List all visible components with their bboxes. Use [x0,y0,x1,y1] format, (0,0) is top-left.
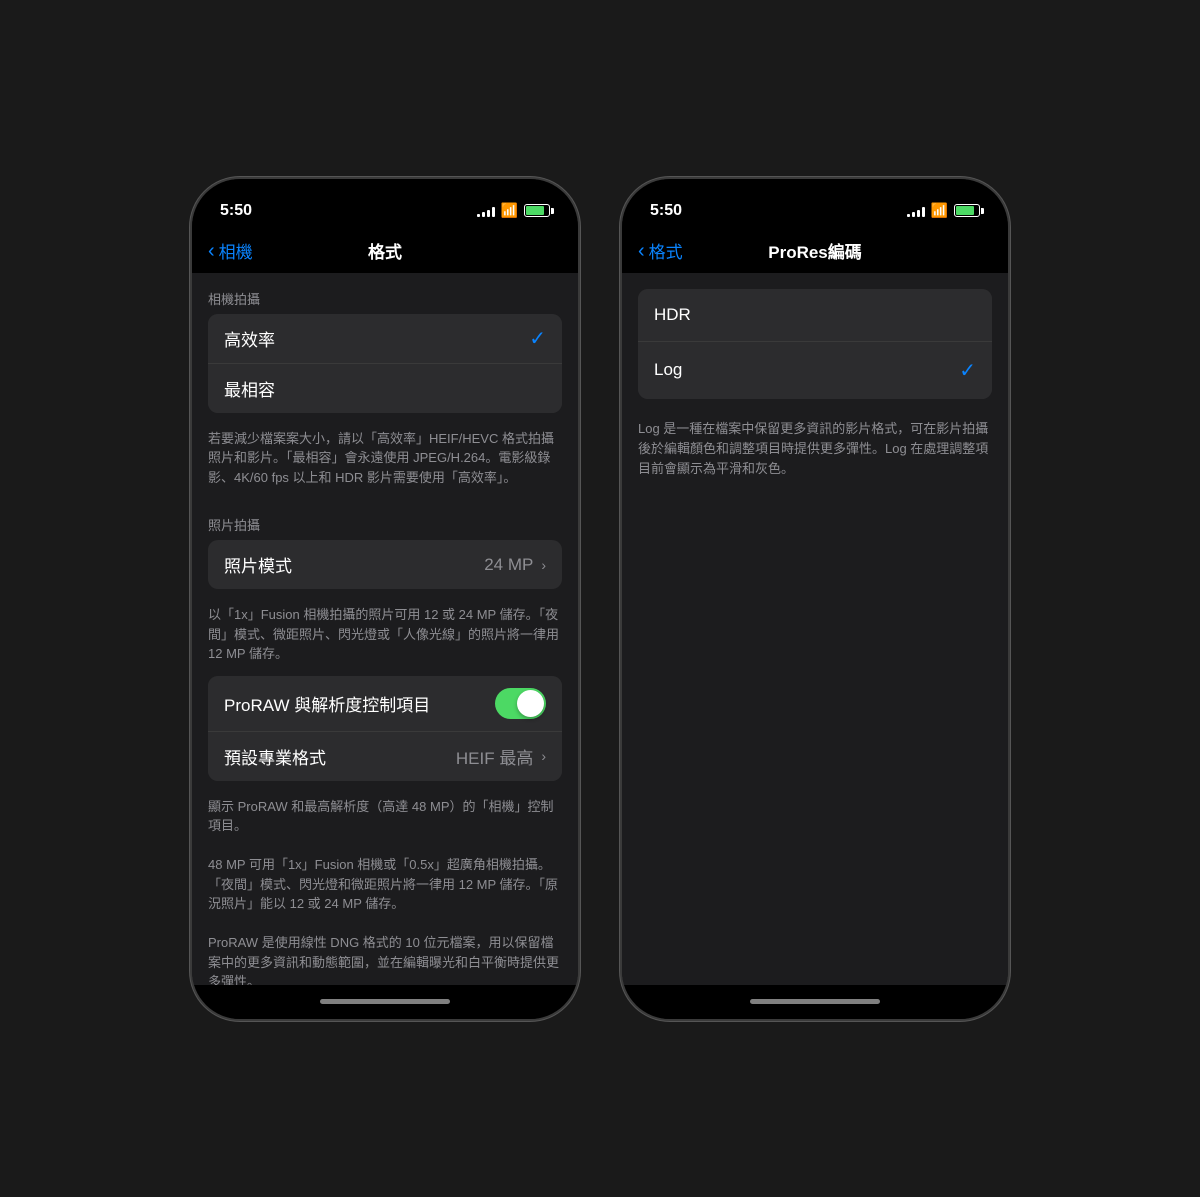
back-label-1: 相機 [219,238,253,263]
camera-capture-desc: 若要減少檔案案大小，請以「高效率」HEIF/HEVC 格式拍攝照片和影片。「最相… [192,421,578,500]
back-arrow-icon: ‹ [208,241,215,261]
wifi-icon-2: 📶 [931,202,948,219]
section-label-photo: 照片拍攝 [192,499,578,540]
photo-mode-desc: 以「1x」Fusion 相機拍攝的照片可用 12 或 24 MP 儲存。「夜間」… [192,597,578,676]
home-bar-2 [750,999,880,1004]
section-label-camera: 相機拍攝 [192,273,578,314]
chevron-icon-format: › [541,748,546,764]
proraw-desc: 顯示 ProRAW 和最高解析度（高達 48 MP）的「相機」控制項目。48 M… [192,789,578,985]
checkmark-icon: ✓ [529,326,546,351]
page-title-1: 格式 [368,238,402,263]
home-indicator-1 [192,985,578,1019]
phone-2: 5:50 📶 ‹ 格式 ProRes編碼 [620,177,1010,1021]
photo-mode-label: 照片模式 [224,552,292,577]
battery-icon [524,204,550,217]
signal-icon [477,205,495,217]
default-format-label: 預設專業格式 [224,744,326,769]
time-1: 5:50 [220,202,252,220]
proraw-group: ProRAW 與解析度控制項目 預設專業格式 HEIF 最高 › [208,676,562,781]
hdr-label: HDR [654,305,691,325]
back-button-1[interactable]: ‹ 相機 [208,238,253,263]
log-description: Log 是一種在檔案中保留更多資訊的影片格式，可在影片拍攝後於編輯顏色和調整項目… [622,407,1008,491]
photo-mode-value: 24 MP [484,555,533,575]
nav-bar-1: ‹ 相機 格式 [192,229,578,273]
most-compatible-label: 最相容 [224,376,275,401]
home-indicator-2 [622,985,1008,1019]
chevron-icon-photo: › [541,557,546,573]
list-item-proraw[interactable]: ProRAW 與解析度控制項目 [208,676,562,732]
list-item-photo-mode[interactable]: 照片模式 24 MP › [208,540,562,589]
home-bar-1 [320,999,450,1004]
default-format-value: HEIF 最高 [456,744,533,769]
log-label: Log [654,360,682,380]
wifi-icon: 📶 [501,202,518,219]
list-item-default-format[interactable]: 預設專業格式 HEIF 最高 › [208,732,562,781]
content-2: HDR Log ✓ Log 是一種在檔案中保留更多資訊的影片格式，可在影片拍攝後… [622,273,1008,985]
status-bar-1: 5:50 📶 [192,179,578,229]
default-format-right: HEIF 最高 › [456,744,546,769]
content-1: 相機拍攝 高效率 ✓ 最相容 若要減少檔案案大小，請以「高效率」HEIF/HEV… [192,273,578,985]
battery-icon-2 [954,204,980,217]
back-arrow-icon-2: ‹ [638,241,645,261]
list-item-high-efficiency[interactable]: 高效率 ✓ [208,314,562,364]
camera-capture-group: 高效率 ✓ 最相容 [208,314,562,413]
status-bar-2: 5:50 📶 [622,179,1008,229]
log-checkmark-icon: ✓ [959,358,976,383]
list-item-most-compatible[interactable]: 最相容 [208,364,562,413]
back-label-2: 格式 [649,238,683,263]
prores-codec-group: HDR Log ✓ [638,289,992,399]
option-log[interactable]: Log ✓ [638,342,992,399]
high-efficiency-label: 高效率 [224,326,275,351]
photo-mode-right: 24 MP › [484,555,546,575]
phone-1: 5:50 📶 ‹ 相機 格式 [190,177,580,1021]
option-hdr[interactable]: HDR [638,289,992,342]
status-icons-2: 📶 [907,202,980,219]
signal-icon-2 [907,205,925,217]
nav-bar-2: ‹ 格式 ProRes編碼 [622,229,1008,273]
proraw-toggle[interactable] [495,688,546,719]
photo-capture-group: 照片模式 24 MP › [208,540,562,589]
time-2: 5:50 [650,202,682,220]
page-title-2: ProRes編碼 [768,238,862,263]
back-button-2[interactable]: ‹ 格式 [638,238,683,263]
proraw-label: ProRAW 與解析度控制項目 [224,691,430,716]
status-icons-1: 📶 [477,202,550,219]
